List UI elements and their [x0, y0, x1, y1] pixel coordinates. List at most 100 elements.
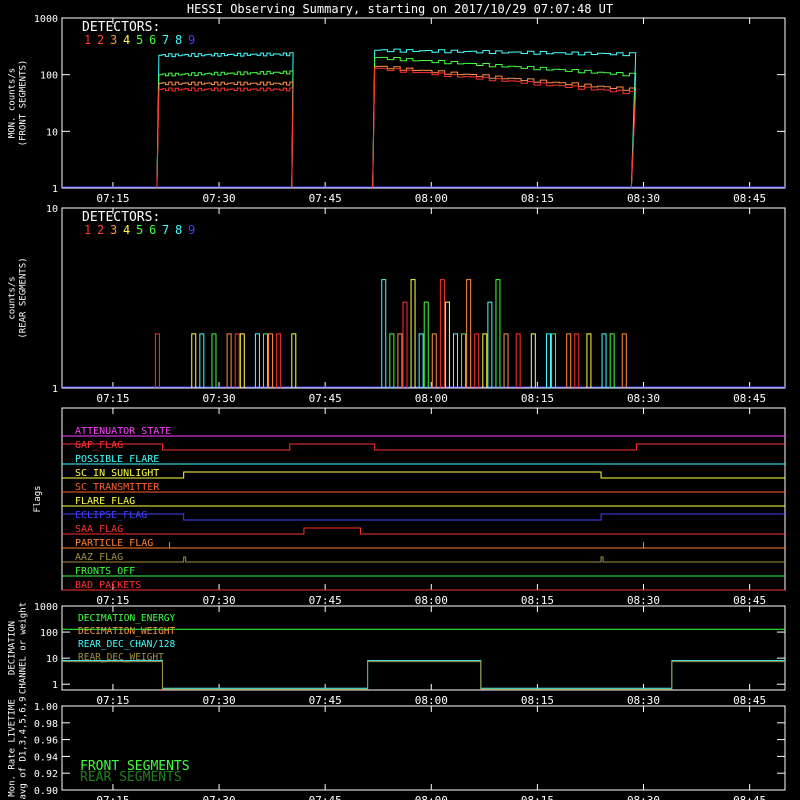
rear-xtick-label: 08:00 — [415, 392, 448, 405]
rear-spike — [495, 279, 501, 388]
decimation-ylabel: CHANNEL or weight — [19, 602, 29, 694]
flags-xtick-label: 07:30 — [202, 594, 235, 607]
front-legend-num: 4 — [123, 33, 130, 47]
rear-ytick-label: 10 — [46, 204, 58, 215]
rear-spike — [254, 333, 260, 388]
rear-spike — [431, 333, 437, 388]
rear-legend-num: 5 — [136, 223, 143, 237]
rear-spike — [474, 333, 480, 388]
decimation-xtick-label: 08:15 — [521, 694, 554, 707]
rear-spike — [461, 333, 467, 388]
flag-label: ECLIPSE_FLAG — [75, 510, 147, 521]
livetime-ytick-label: 0.94 — [34, 752, 58, 763]
front-legend-num: 5 — [136, 33, 143, 47]
decimation-xtick-label: 08:45 — [733, 694, 766, 707]
rear-spike — [191, 333, 197, 388]
rear-spike — [211, 333, 217, 388]
decimation-ytick-label: 100 — [40, 628, 58, 639]
rear-spike — [601, 333, 607, 388]
decimation-ytick-label: 1000 — [34, 602, 58, 613]
flags-xtick-label: 08:00 — [415, 594, 448, 607]
rear-spike — [574, 333, 580, 388]
rear-legend-num: 6 — [149, 223, 156, 237]
rear-spike — [199, 333, 205, 388]
livetime-ylabel: Mon. Rate LIVETIME — [8, 699, 18, 797]
decimation-ylabel: DECIMATION — [8, 621, 18, 675]
decimation-legend: REAR_DEC_CHAN/128 — [78, 639, 176, 650]
decimation-legend: DECIMATION_WEIGHT — [78, 626, 176, 637]
rear-spike — [262, 333, 268, 388]
livetime-xtick-label: 08:45 — [733, 794, 766, 800]
front-legend-num: 9 — [188, 33, 195, 47]
flag-label: SAA_FLAG — [75, 524, 123, 535]
flag-line — [62, 556, 785, 563]
front-ytick-label: 10 — [46, 127, 58, 138]
rear-xtick-label: 08:30 — [627, 392, 660, 405]
rear-spike — [418, 333, 424, 388]
front-ytick-label: 1000 — [34, 14, 58, 25]
decimation-xtick-label: 07:45 — [309, 694, 342, 707]
livetime-xtick-label: 08:30 — [627, 794, 660, 800]
rear-spike — [566, 333, 572, 388]
front-xtick-label: 08:15 — [521, 192, 554, 205]
flag-line — [62, 527, 785, 535]
decimation-ytick-label: 10 — [46, 654, 58, 665]
rear-spike — [586, 333, 592, 388]
flag-label: FLARE_FLAG — [75, 496, 135, 507]
livetime-legend: REAR SEGMENTS — [80, 770, 182, 785]
rear-spike — [389, 333, 395, 388]
hessi-summary-plot: HESSI Observing Summary, starting on 201… — [0, 0, 800, 800]
rear-legend-num: 9 — [188, 223, 195, 237]
front-legend-num: 2 — [97, 33, 104, 47]
rear-spike — [268, 333, 274, 388]
rear-spike — [515, 333, 521, 388]
livetime-xtick-label: 08:15 — [521, 794, 554, 800]
front-ylabel: MON. counts/s — [8, 68, 18, 138]
front-xtick-label: 08:00 — [415, 192, 448, 205]
front-ytick-label: 1 — [52, 184, 58, 195]
rear-xtick-label: 07:30 — [202, 392, 235, 405]
flags-ylabel: Flags — [33, 485, 43, 512]
flag-label: GAP_FLAG — [75, 440, 123, 451]
front-series-line — [156, 65, 637, 189]
rear-spike — [291, 333, 297, 388]
rear-spike — [545, 333, 551, 388]
livetime-ytick-label: 0.96 — [34, 736, 58, 747]
rear-spike — [410, 279, 416, 388]
livetime-xtick-label: 07:30 — [202, 794, 235, 800]
rear-legend-num: 8 — [175, 223, 182, 237]
rear-spike — [482, 333, 488, 388]
rear-spike — [234, 333, 240, 388]
decimation-xtick-label: 08:30 — [627, 694, 660, 707]
rear-spike — [453, 333, 459, 388]
flag-label: POSSIBLE_FLARE — [75, 454, 159, 465]
decimation-ytick-label: 1 — [52, 680, 58, 691]
flags-xtick-label: 08:15 — [521, 594, 554, 607]
flag-line — [62, 513, 785, 521]
front-ytick-label: 100 — [40, 71, 58, 82]
front-frame — [61, 17, 786, 189]
decimation-legend: DECIMATION_ENERGY — [78, 613, 176, 624]
rear-dec-chan-line — [62, 660, 785, 689]
rear-spike — [551, 333, 557, 388]
front-legend-num: 1 — [84, 33, 91, 47]
rear-spike — [530, 333, 536, 388]
rear-dec-weight-line — [62, 661, 785, 690]
rear-spike — [402, 301, 408, 388]
rear-legend-num: 4 — [123, 223, 130, 237]
rear-spike — [439, 279, 445, 388]
flag-label: ATTENUATOR_STATE — [75, 426, 171, 437]
rear-spike — [397, 333, 403, 388]
rear-legend-num: 3 — [110, 223, 117, 237]
rear-legend-num: 1 — [84, 223, 91, 237]
front-xtick-label: 08:45 — [733, 192, 766, 205]
front-legend-num: 8 — [175, 33, 182, 47]
flags-xtick-label: 08:45 — [733, 594, 766, 607]
livetime-ylabel: avg of D1,3,4,5,6,9 — [19, 697, 29, 800]
rear-xtick-label: 08:15 — [521, 392, 554, 405]
flags-xtick-label: 07:45 — [309, 594, 342, 607]
front-xtick-label: 07:30 — [202, 192, 235, 205]
flags-xtick-label: 08:30 — [627, 594, 660, 607]
flags-xtick-label: 07:15 — [96, 594, 129, 607]
livetime-ytick-label: 0.90 — [34, 786, 58, 797]
